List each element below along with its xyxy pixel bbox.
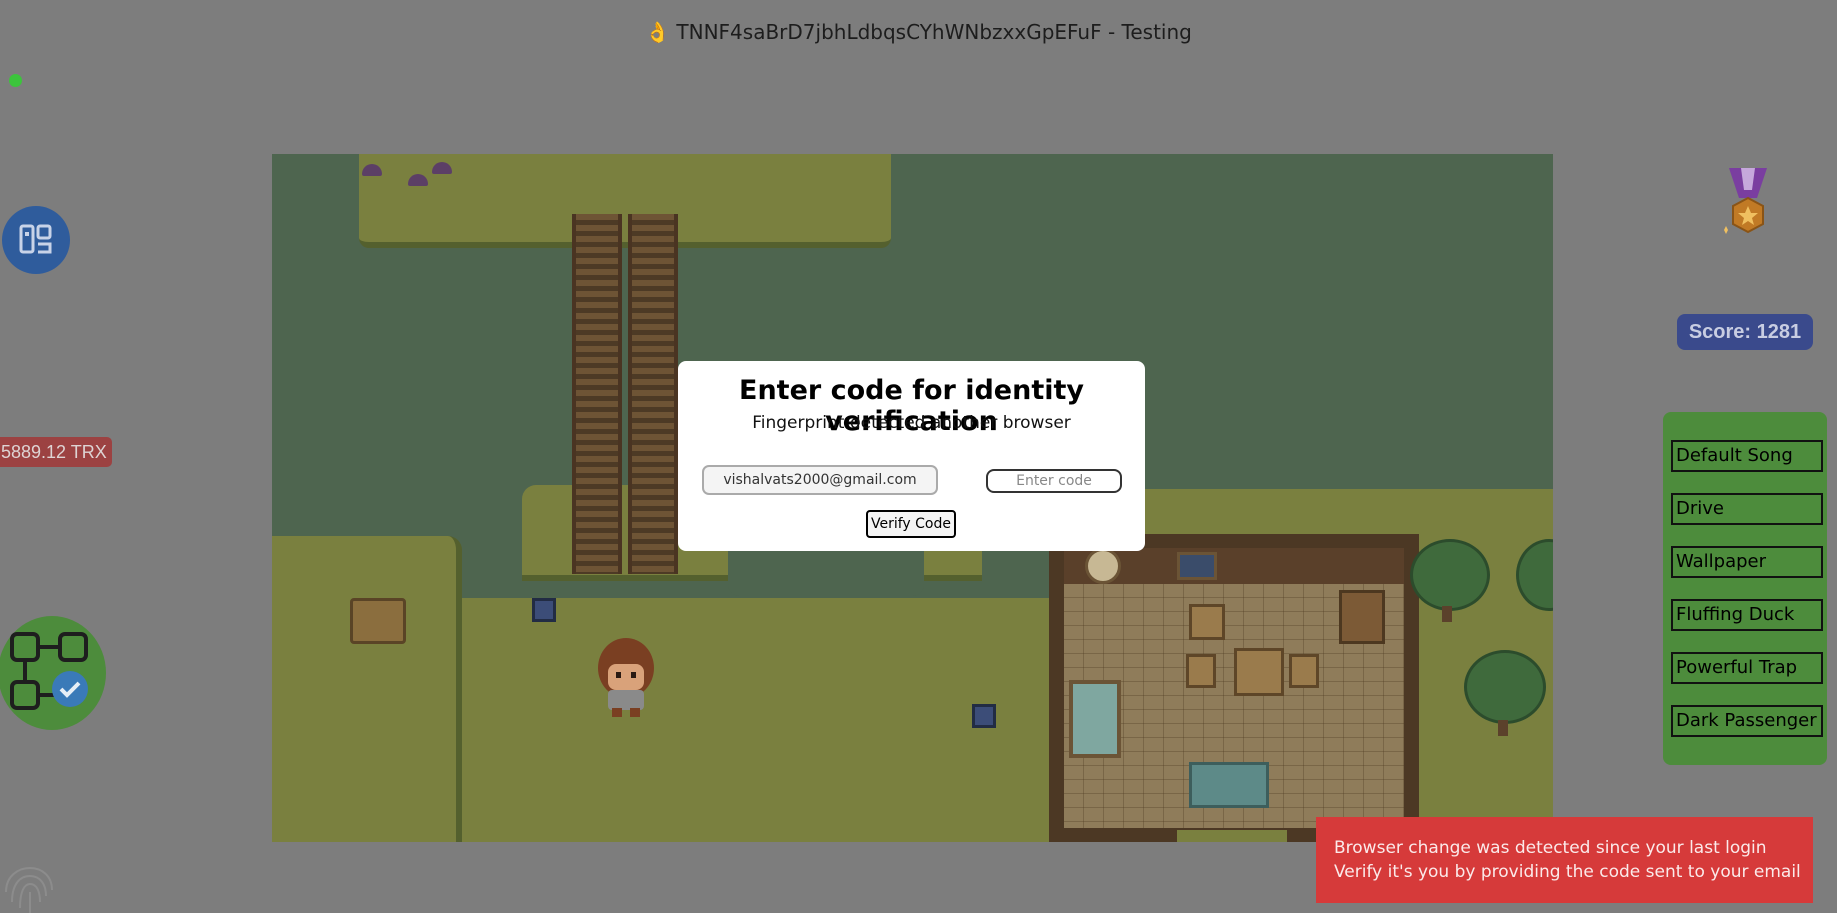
qr-code-button[interactable] [2, 206, 70, 274]
bed [1069, 680, 1121, 758]
song-item-dark-passenger[interactable]: Dark Passenger [1671, 705, 1823, 737]
toast-line-1: Browser change was detected since your l… [1334, 838, 1767, 858]
treasure-chest[interactable] [350, 598, 406, 644]
water-inlet [728, 546, 924, 596]
doorway [1177, 830, 1287, 842]
chair [1189, 604, 1225, 640]
tree-trunk [1442, 606, 1452, 622]
tree [1410, 539, 1490, 611]
song-item-drive[interactable]: Drive [1671, 493, 1823, 525]
verify-code-button[interactable]: Verify Code [866, 510, 956, 538]
browser-change-toast: Browser change was detected since your l… [1316, 817, 1813, 903]
table [1234, 648, 1284, 696]
identity-verification-dialog: Enter code for identity verification Fin… [678, 361, 1145, 551]
song-item-default-song[interactable]: Default Song [1671, 440, 1823, 472]
dialog-subtitle: Fingerprint detected another browser [752, 413, 1071, 433]
blue-flower [972, 704, 996, 728]
blue-flower [532, 598, 556, 622]
flowchart-check-icon [10, 632, 88, 710]
fingerprint-icon [5, 866, 53, 913]
email-field[interactable] [702, 465, 938, 495]
player-character[interactable] [594, 638, 658, 718]
song-item-powerful-trap[interactable]: Powerful Trap [1671, 652, 1823, 684]
balance-badge: 5889.12 TRX [0, 437, 112, 467]
song-item-fluffing-duck[interactable]: Fluffing Duck [1671, 599, 1823, 631]
ladder-bridge-right [628, 214, 678, 574]
connection-status-dot [9, 74, 22, 87]
score-badge: Score: 1281 [1677, 314, 1813, 350]
workflow-button[interactable] [0, 616, 106, 730]
house-interior [1049, 534, 1419, 842]
toast-line-2: Verify it's you by providing the code se… [1334, 862, 1801, 882]
chair [1289, 654, 1319, 688]
page-title: 👌 TNNF4saBrD7jbhLdbqsCYhWNbzxxGpEFuF - T… [645, 20, 1192, 44]
code-input[interactable] [986, 469, 1122, 493]
wall-painting [1177, 552, 1217, 580]
qr-code-icon [19, 224, 52, 254]
wall-clock [1085, 548, 1121, 584]
song-list: Default Song Drive Wallpaper Fluffing Du… [1663, 412, 1827, 765]
song-item-wallpaper[interactable]: Wallpaper [1671, 546, 1823, 578]
ladder-bridge-left [572, 214, 622, 574]
dresser [1339, 590, 1385, 644]
medal-icon [1724, 168, 1767, 234]
grass-left-bank [272, 536, 462, 842]
chair [1186, 654, 1216, 688]
tree-trunk [1498, 720, 1508, 736]
rug [1189, 762, 1269, 808]
tree [1464, 650, 1546, 724]
